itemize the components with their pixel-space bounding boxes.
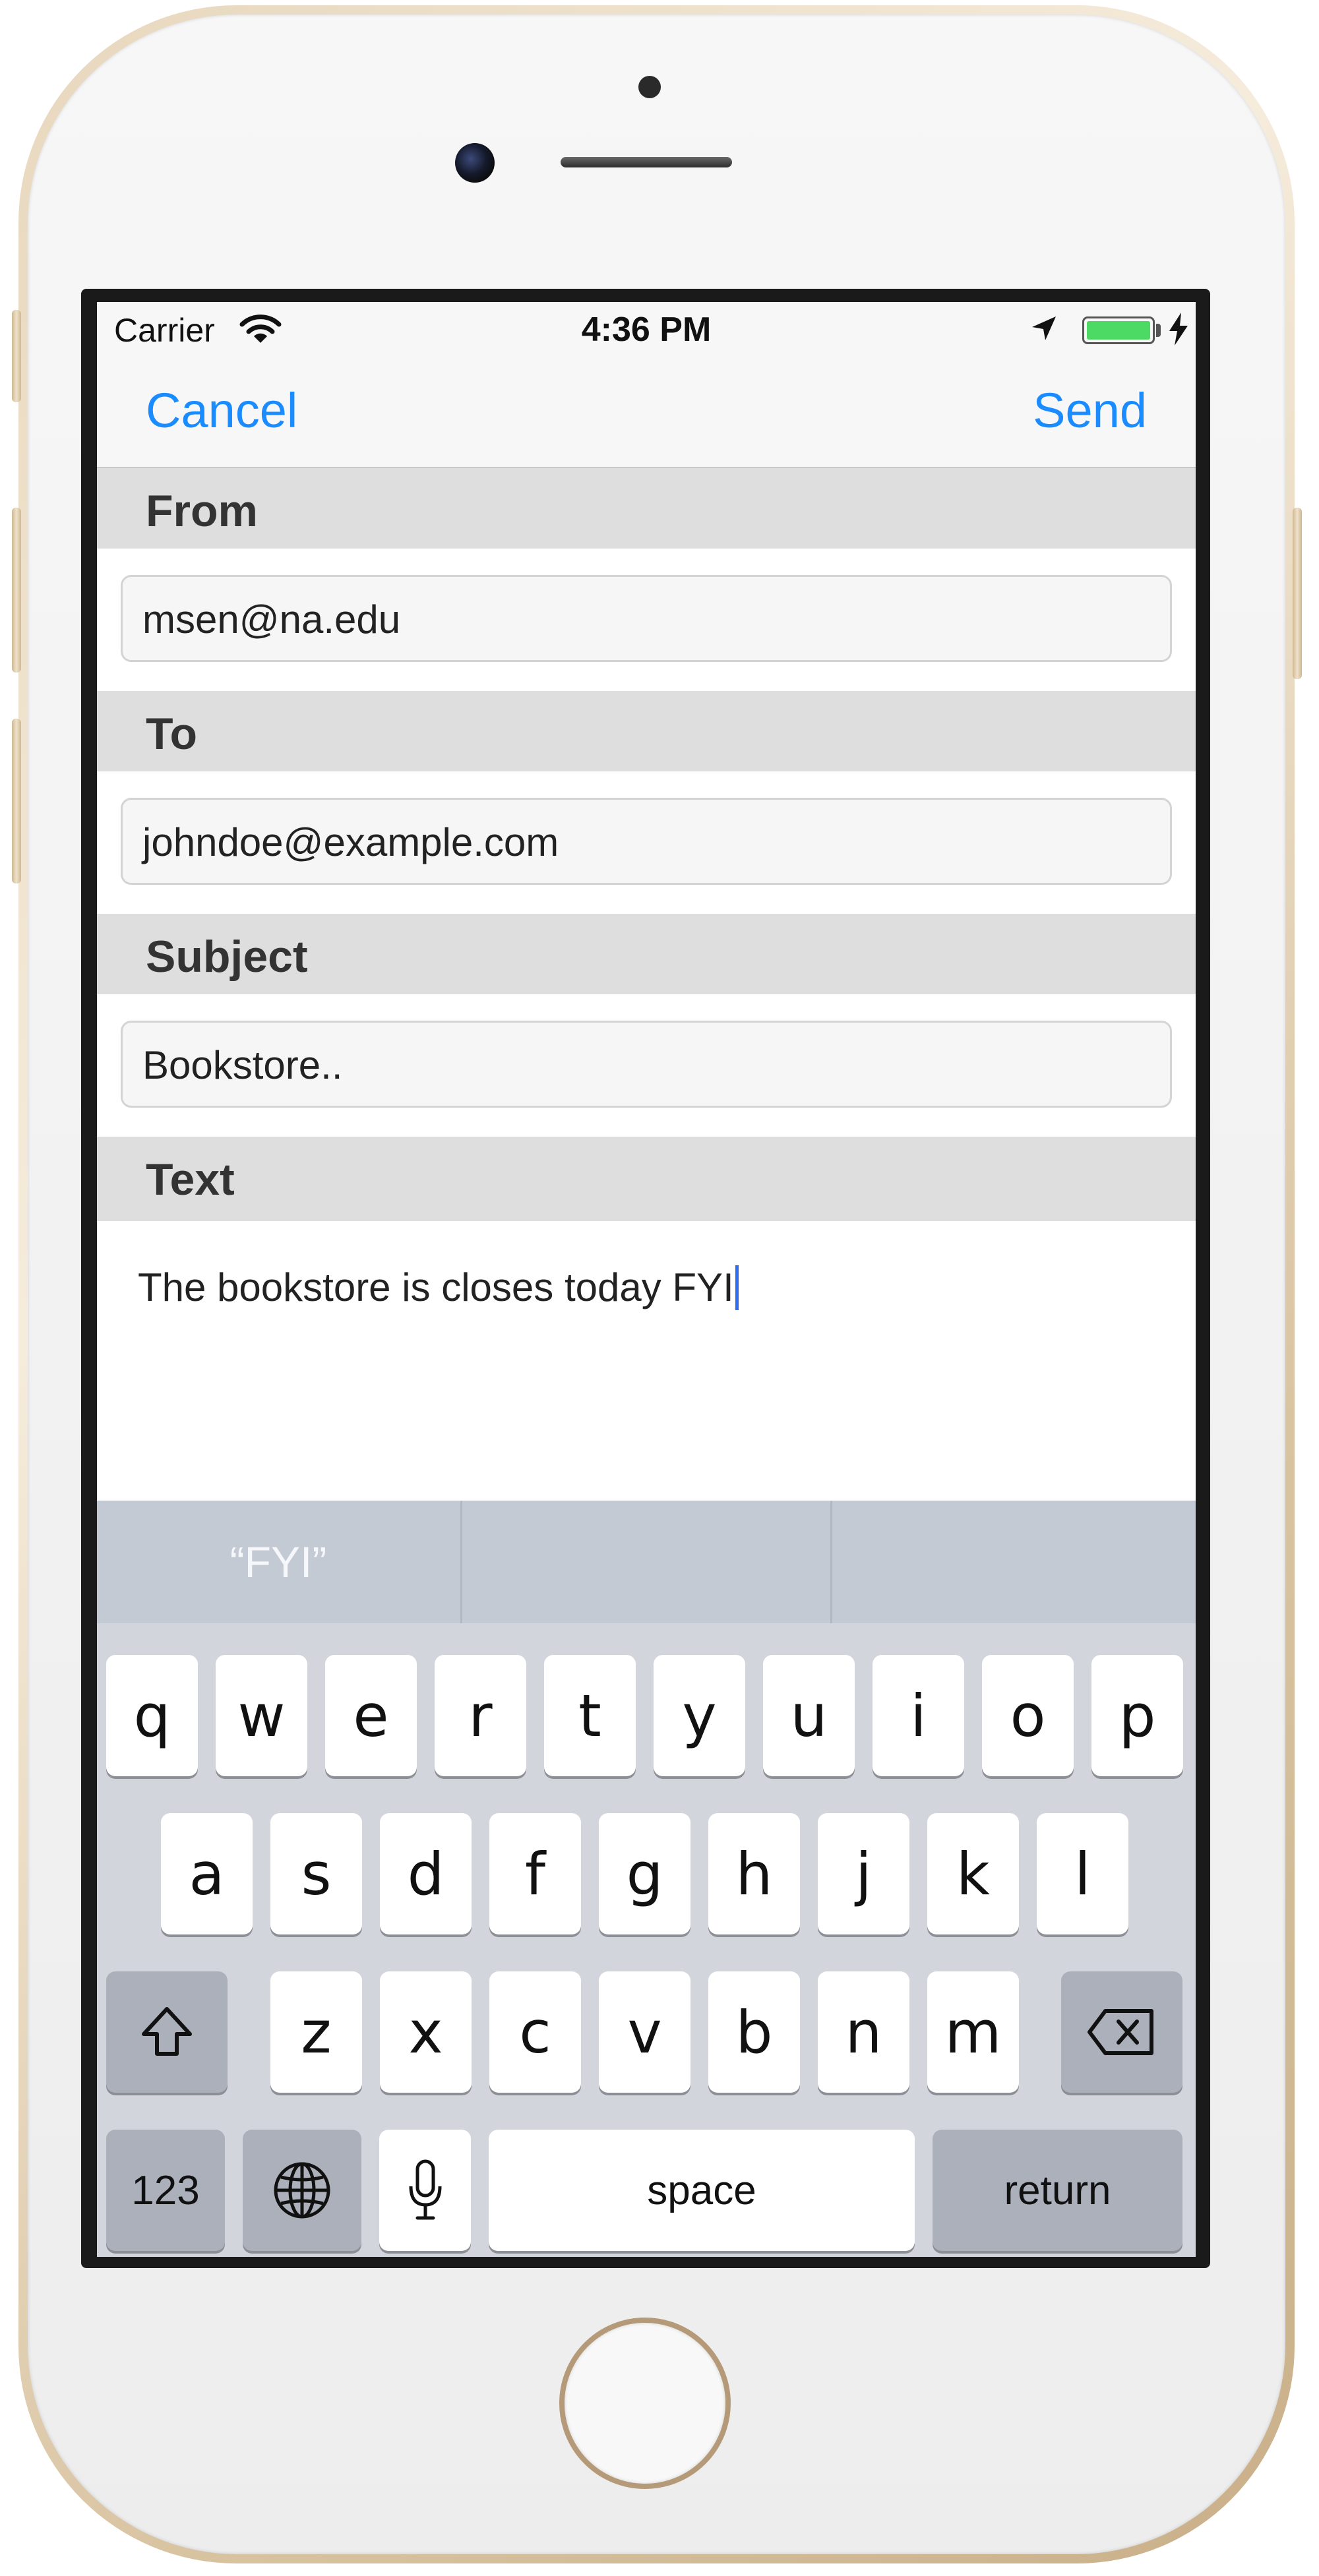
delete-key[interactable] bbox=[1061, 1971, 1182, 2093]
subject-value: Bookstore.. bbox=[142, 1043, 343, 1087]
suggestion-bar: “FYI” bbox=[97, 1501, 1196, 1623]
space-key[interactable]: space bbox=[489, 2130, 915, 2251]
to-field[interactable]: johndoe@example.com bbox=[121, 798, 1172, 885]
navigation-bar: Cancel Send bbox=[97, 356, 1196, 468]
from-row: msen@na.edu bbox=[97, 549, 1196, 691]
volume-down-button bbox=[12, 719, 21, 884]
key-e[interactable]: e bbox=[325, 1655, 417, 1776]
from-section-header: From bbox=[97, 468, 1196, 549]
globe-icon bbox=[274, 2162, 330, 2219]
location-arrow-icon bbox=[1032, 316, 1056, 340]
to-label: To bbox=[146, 709, 198, 759]
earpiece-speaker bbox=[561, 157, 732, 167]
key-c[interactable]: c bbox=[489, 1971, 581, 2093]
suggestion-3[interactable] bbox=[832, 1501, 1196, 1623]
to-row: johndoe@example.com bbox=[97, 771, 1196, 914]
shift-key[interactable] bbox=[106, 1971, 228, 2093]
microphone-icon bbox=[409, 2159, 441, 2220]
return-key[interactable]: return bbox=[933, 2130, 1182, 2251]
key-z[interactable]: z bbox=[270, 1971, 362, 2093]
text-section-header: Text bbox=[97, 1137, 1196, 1221]
proximity-sensor bbox=[638, 76, 661, 98]
key-q[interactable]: q bbox=[106, 1655, 198, 1776]
subject-row: Bookstore.. bbox=[97, 994, 1196, 1137]
key-x[interactable]: x bbox=[380, 1971, 472, 2093]
key-i[interactable]: i bbox=[873, 1655, 964, 1776]
subject-field[interactable]: Bookstore.. bbox=[121, 1021, 1172, 1108]
suggestion-1[interactable]: “FYI” bbox=[97, 1501, 460, 1623]
key-s[interactable]: s bbox=[270, 1813, 362, 1934]
key-v[interactable]: v bbox=[599, 1971, 690, 2093]
message-body: The bookstore is closes today FYI bbox=[138, 1265, 739, 1310]
from-field[interactable]: msen@na.edu bbox=[121, 575, 1172, 662]
send-button[interactable]: Send bbox=[1033, 382, 1147, 438]
subject-section-header: Subject bbox=[97, 914, 1196, 994]
from-label: From bbox=[146, 486, 258, 536]
key-h[interactable]: h bbox=[708, 1813, 800, 1934]
dictation-key[interactable] bbox=[379, 2130, 471, 2251]
to-section-header: To bbox=[97, 691, 1196, 771]
key-w[interactable]: w bbox=[216, 1655, 307, 1776]
volume-up-button bbox=[12, 508, 21, 673]
message-text-area[interactable]: The bookstore is closes today FYI bbox=[97, 1221, 1196, 1501]
home-button[interactable] bbox=[559, 2318, 731, 2489]
screen: Carrier 4:36 PM Cancel Send From msen@na… bbox=[97, 302, 1196, 2257]
from-value: msen@na.edu bbox=[142, 597, 401, 642]
subject-label: Subject bbox=[146, 932, 308, 982]
power-button bbox=[1293, 508, 1302, 679]
key-b[interactable]: b bbox=[708, 1971, 800, 2093]
message-text: The bookstore is closes today FYI bbox=[138, 1265, 734, 1309]
key-f[interactable]: f bbox=[489, 1813, 581, 1934]
to-value: johndoe@example.com bbox=[142, 820, 559, 864]
delete-icon bbox=[1088, 2009, 1153, 2055]
key-y[interactable]: y bbox=[654, 1655, 745, 1776]
key-k[interactable]: k bbox=[927, 1813, 1019, 1934]
charging-bolt-icon bbox=[1169, 313, 1188, 345]
key-j[interactable]: j bbox=[818, 1813, 909, 1934]
key-a[interactable]: a bbox=[161, 1813, 253, 1934]
key-m[interactable]: m bbox=[927, 1971, 1019, 2093]
key-d[interactable]: d bbox=[380, 1813, 472, 1934]
cancel-button[interactable]: Cancel bbox=[146, 382, 297, 438]
key-l[interactable]: l bbox=[1037, 1813, 1128, 1934]
status-bar: Carrier 4:36 PM bbox=[97, 302, 1196, 356]
battery-icon bbox=[1082, 316, 1155, 344]
shift-icon bbox=[142, 2007, 192, 2056]
key-g[interactable]: g bbox=[599, 1813, 690, 1934]
battery-tip bbox=[1156, 324, 1161, 337]
key-o[interactable]: o bbox=[982, 1655, 1074, 1776]
key-t[interactable]: t bbox=[544, 1655, 636, 1776]
numbers-key[interactable]: 123 bbox=[106, 2130, 225, 2251]
text-caret bbox=[735, 1265, 739, 1310]
key-p[interactable]: p bbox=[1091, 1655, 1183, 1776]
key-n[interactable]: n bbox=[818, 1971, 909, 2093]
suggestion-2[interactable] bbox=[462, 1501, 830, 1623]
text-label: Text bbox=[146, 1154, 235, 1205]
front-camera bbox=[455, 143, 495, 183]
globe-key[interactable] bbox=[243, 2130, 361, 2251]
mute-switch bbox=[12, 310, 21, 402]
key-u[interactable]: u bbox=[763, 1655, 855, 1776]
key-r[interactable]: r bbox=[435, 1655, 526, 1776]
keyboard: “FYI” q w e r t y u i o p a s d f g h j … bbox=[97, 1501, 1196, 2257]
